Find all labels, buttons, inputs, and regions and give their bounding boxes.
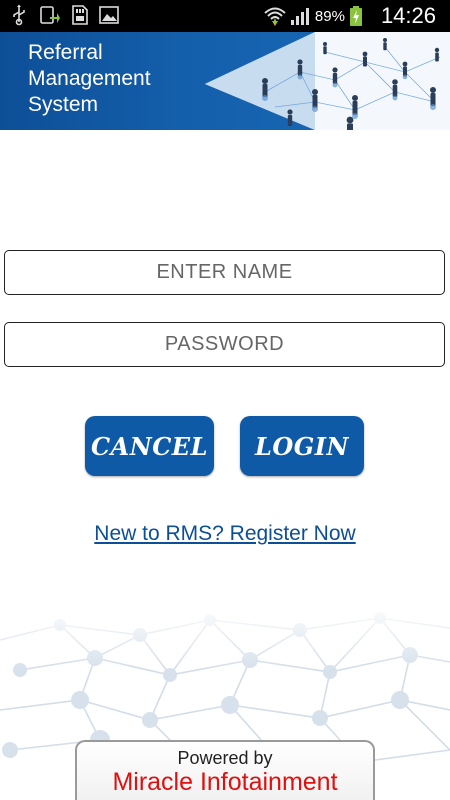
image-icon [98, 4, 120, 26]
password-input[interactable] [4, 322, 445, 367]
app-title-line: Referral [28, 41, 103, 64]
download-icon [38, 4, 60, 26]
signal-icon [289, 5, 311, 27]
app-title-line: Management [28, 67, 151, 90]
powered-by-badge: Powered by Miracle Infotainment [75, 740, 375, 800]
powered-by-label: Powered by [177, 748, 273, 768]
register-link[interactable]: New to RMS? Register Now [0, 522, 450, 546]
app-title: Referral Management System [28, 40, 151, 118]
name-input[interactable] [4, 250, 445, 295]
notification-icons [8, 4, 120, 26]
system-icons: 89% 14:26 [263, 0, 436, 32]
wifi-icon [263, 5, 286, 27]
battery-icon [349, 5, 371, 27]
clock: 14:26 [380, 3, 436, 28]
app-title-line: System [28, 93, 99, 116]
status-bar: 89% 14:26 [0, 0, 450, 32]
sd-card-icon [68, 4, 90, 26]
usb-icon [8, 4, 30, 26]
business-network-graphic [205, 32, 450, 130]
company-name: Miracle Infotainment [112, 768, 338, 796]
login-button[interactable]: LOGIN [240, 416, 364, 476]
battery-percent: 89% [314, 7, 345, 25]
cancel-button[interactable]: CANCEL [85, 416, 214, 476]
app-banner: Referral Management System [0, 32, 450, 130]
